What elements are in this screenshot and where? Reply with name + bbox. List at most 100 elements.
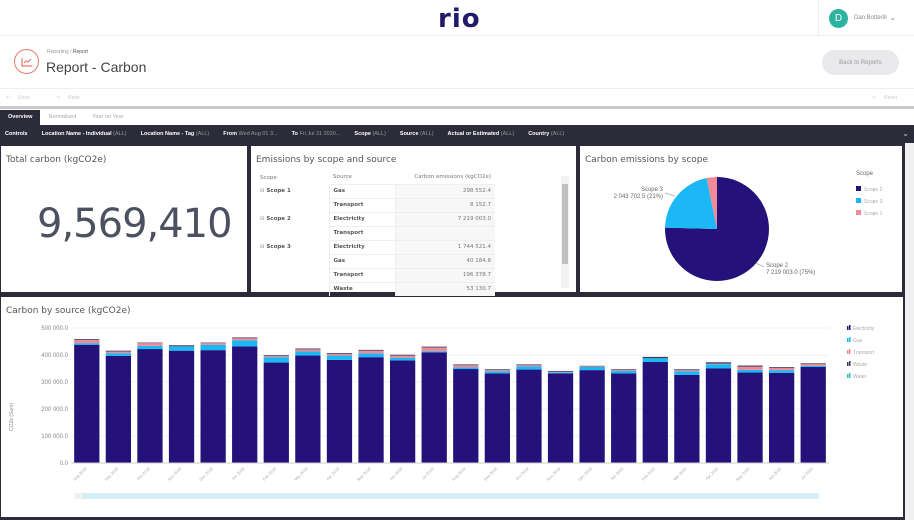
x-tick-label: Apr 2020 xyxy=(704,466,720,482)
page-scrollbar[interactable] xyxy=(905,143,914,520)
breadcrumb-reporting[interactable]: Reporting xyxy=(47,49,69,55)
x-tick-label: May 2020 xyxy=(735,466,752,483)
pie-leader-line xyxy=(755,262,765,268)
range-slider[interactable] xyxy=(83,493,819,499)
bar-segment-transport xyxy=(705,363,732,365)
bar-segment-gas xyxy=(737,369,763,373)
x-tick-label: Dec 2018 xyxy=(198,466,214,482)
bar-segment-waste xyxy=(453,364,479,366)
redo-button[interactable]: Redo xyxy=(68,95,80,101)
filter-name: From xyxy=(223,131,238,137)
table-scrollbar[interactable] xyxy=(561,176,569,288)
x-tick-label: Sep 2018 xyxy=(103,466,119,482)
chevron-down-icon[interactable]: ⌄ xyxy=(890,14,896,22)
tab-normalised[interactable]: Normalised xyxy=(40,110,84,125)
scope-cell[interactable]: ⊟ Scope 1 xyxy=(256,184,329,198)
bar-segment-gas xyxy=(642,358,668,363)
bar-segment-waste xyxy=(74,339,100,340)
filter-value: (ALL) xyxy=(500,131,515,137)
column-header[interactable]: Scope xyxy=(256,171,329,184)
pie-annotation: 2 043 702.5 (21%) xyxy=(614,194,663,200)
source-cell: Electricity xyxy=(328,239,395,254)
chevron-down-icon[interactable]: ⌄ xyxy=(902,129,909,138)
user-menu[interactable]: D Dan Botterill ⌄ xyxy=(818,0,914,36)
filter-from[interactable]: From Wed Aug 01 3... xyxy=(223,131,277,137)
legend-icon xyxy=(847,326,849,330)
bar-segment-electricity xyxy=(74,344,100,463)
source-cell: Electricity xyxy=(328,211,395,226)
scope-cell[interactable]: ⊟ Scope 2 xyxy=(256,212,329,226)
filter-location-tag[interactable]: Location Name - Tag (ALL) xyxy=(141,131,210,137)
filter-actual-estimated[interactable]: Actual or Estimated (ALL) xyxy=(448,131,515,137)
bar-segment-waste xyxy=(358,349,384,351)
bar-segment-waste xyxy=(768,367,795,368)
range-slider-handle[interactable] xyxy=(74,493,83,499)
bar-segment-gas xyxy=(484,371,511,374)
legend-swatch xyxy=(856,198,861,203)
filter-name: Source xyxy=(399,131,419,137)
bar-segment-transport xyxy=(674,370,700,372)
bar-segment-gas xyxy=(326,355,353,360)
filter-value: (ALL) xyxy=(372,131,386,137)
filter-value: (ALL) xyxy=(113,131,127,137)
pie-label: Scope 2 xyxy=(766,263,789,269)
bar-segment-transport xyxy=(137,343,163,346)
bar-segment-gas xyxy=(516,366,542,370)
y-axis-label: CO2e (Sum) xyxy=(9,403,15,431)
filter-value: Wed Aug 01 3... xyxy=(238,131,278,137)
redo-icon[interactable]: ↷ xyxy=(56,95,60,101)
emissions-value-cell: 1 744 521.4 xyxy=(394,239,495,254)
undo-button[interactable]: Undo xyxy=(18,95,30,101)
rio-logo[interactable]: rio xyxy=(438,4,481,34)
legend-icon xyxy=(847,350,849,354)
bar-segment-waste xyxy=(579,365,605,367)
bar-segment-electricity xyxy=(389,360,416,463)
filter-source[interactable]: Source (ALL) xyxy=(400,131,434,137)
emissions-value-cell: 7 219 003.0 xyxy=(394,211,495,226)
scope-cell xyxy=(256,254,329,268)
emissions-value-cell xyxy=(394,225,495,240)
bar-segment-waste xyxy=(105,350,132,352)
emissions-value-cell: 196 378.7 xyxy=(394,267,495,282)
bar-segment-electricity xyxy=(105,355,132,463)
bar-segment-electricity xyxy=(484,373,511,463)
bar-segment-electricity xyxy=(453,369,479,463)
controls-label: Controls xyxy=(5,131,28,137)
scope-pie-panel: Carbon emissions by scope Scope 27 219 0… xyxy=(580,146,902,292)
bar-segment-waste xyxy=(421,346,447,348)
x-tick-label: Dec 2019 xyxy=(577,466,593,482)
pie-leader-line xyxy=(664,192,676,197)
bar-segment-waste xyxy=(200,342,226,344)
reset-button[interactable]: Reset xyxy=(884,95,897,101)
y-tick-label: 0.0 xyxy=(60,461,69,467)
bar-segment-electricity xyxy=(137,349,163,463)
y-tick-label: 400 000.0 xyxy=(41,353,68,359)
scope-cell[interactable]: ⊟ Scope 3 xyxy=(256,240,329,254)
filter-country[interactable]: Country (ALL) xyxy=(528,131,564,137)
legend-icon xyxy=(847,362,849,366)
avatar[interactable]: D xyxy=(829,8,848,28)
bar-segment-gas xyxy=(611,370,637,374)
reset-icon[interactable]: ↺ xyxy=(872,95,876,101)
bar-segment-gas xyxy=(358,353,384,358)
bar-segment-gas xyxy=(453,367,479,370)
emissions-value-cell: 40 184.8 xyxy=(394,253,495,268)
tab-overview[interactable]: Overview xyxy=(0,110,41,125)
scrollbar-thumb[interactable] xyxy=(562,184,568,264)
bar-segment-waste xyxy=(547,370,574,372)
filter-name: Location Name - Individual xyxy=(41,131,112,137)
back-to-reports-button[interactable]: Back to Reports xyxy=(822,50,899,75)
x-tick-label: Feb 2019 xyxy=(262,466,278,482)
bar-segment-gas xyxy=(674,371,700,375)
filter-scope[interactable]: Scope (ALL) xyxy=(354,131,386,137)
user-name[interactable]: Dan Botterill xyxy=(854,15,887,21)
filter-to[interactable]: To Fri Jul 31 2020... xyxy=(292,131,341,137)
pie-chart: Scope 27 219 003.0 (75%)Scope 32 043 702… xyxy=(614,171,883,281)
legend-label: Scope 2 xyxy=(864,187,883,193)
table-row: ⊟ Scope 3 Electricity 1 744 521.4 xyxy=(256,239,495,254)
undo-icon[interactable]: ↶ xyxy=(6,95,10,101)
filter-location-individual[interactable]: Location Name - Individual (ALL) xyxy=(42,131,127,137)
column-header[interactable]: Source xyxy=(329,171,395,184)
tab-year-on-year[interactable]: Year on Year xyxy=(84,110,131,125)
column-header[interactable]: Carbon emissions (kgCO2e) xyxy=(395,171,495,184)
